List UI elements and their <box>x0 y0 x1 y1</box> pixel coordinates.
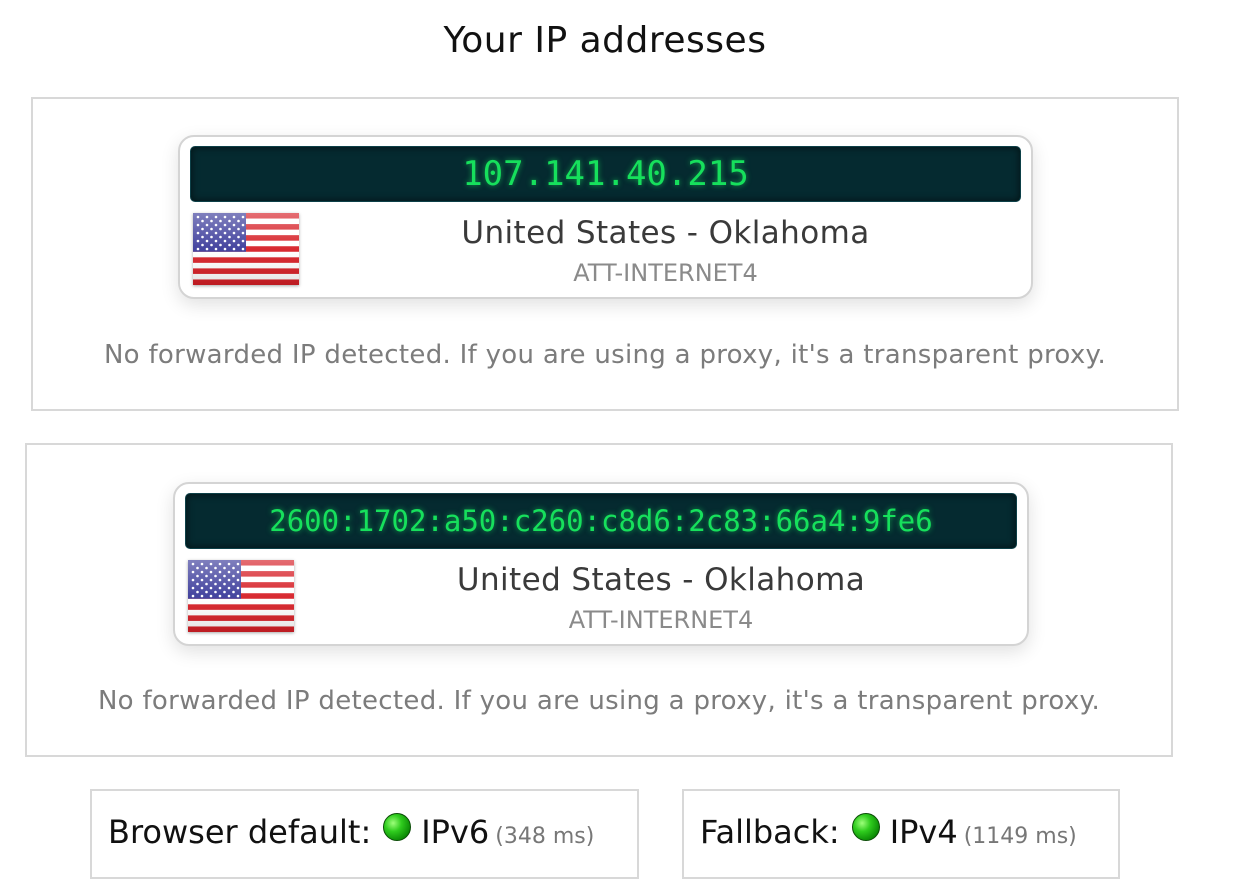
browser-default-box: Browser default: IPv6 (348 ms) <box>90 789 639 879</box>
ip-address-display[interactable]: 107.141.40.215 <box>190 146 1021 202</box>
status-indicator-icon <box>851 813 880 841</box>
ip-card: 2600:1702:a50:c260:c8d6:2c83:66a4:9fe6 U… <box>173 482 1029 646</box>
fallback-status: Fallback: IPv4 (1149 ms) <box>700 813 1077 851</box>
browser-default-latency: (348 ms) <box>495 824 595 849</box>
isp-text: ATT-INTERNET4 <box>568 606 754 634</box>
us-flag-icon <box>188 560 294 632</box>
proxy-note: No forwarded IP detected. If you are usi… <box>103 340 1107 370</box>
us-flag-icon <box>193 213 299 285</box>
location-text: United States - Oklahoma <box>461 215 870 251</box>
ipv6-section: 2600:1702:a50:c260:c8d6:2c83:66a4:9fe6 U… <box>25 443 1173 757</box>
ipv4-section: 107.141.40.215 United States - Oklahoma … <box>31 97 1179 411</box>
location-text: United States - Oklahoma <box>456 562 866 598</box>
fallback-label: Fallback: <box>700 813 840 851</box>
fallback-box: Fallback: IPv4 (1149 ms) <box>682 789 1120 879</box>
browser-default-status: Browser default: IPv6 (348 ms) <box>108 813 594 851</box>
fallback-latency: (1149 ms) <box>963 824 1077 849</box>
browser-default-label: Browser default: <box>108 813 372 851</box>
ip-card: 107.141.40.215 United States - Oklahoma … <box>178 135 1033 299</box>
browser-default-protocol: IPv6 <box>421 813 490 851</box>
isp-text: ATT-INTERNET4 <box>573 259 758 287</box>
page-title: Your IP addresses <box>443 20 767 61</box>
ip-address-display[interactable]: 2600:1702:a50:c260:c8d6:2c83:66a4:9fe6 <box>185 493 1017 549</box>
fallback-protocol: IPv4 <box>889 813 958 851</box>
status-indicator-icon <box>383 813 412 841</box>
proxy-note: No forwarded IP detected. If you are usi… <box>97 686 1101 716</box>
